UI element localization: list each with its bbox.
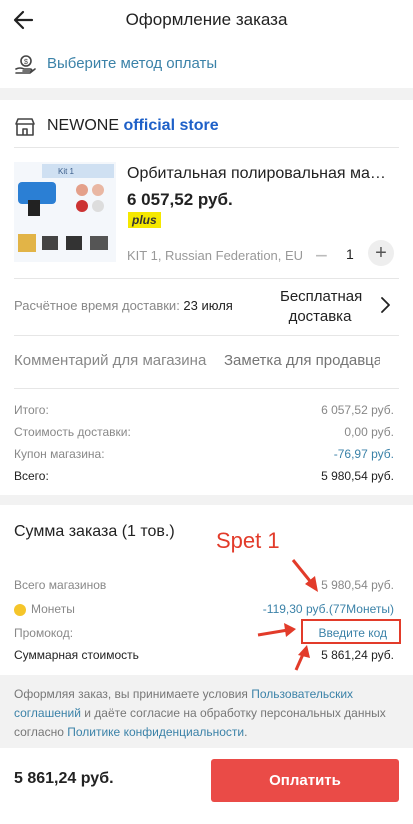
legal-text: . <box>244 725 248 739</box>
privacy-policy-link[interactable]: Политике конфиденциальности <box>67 725 244 739</box>
annotation-arrow-up <box>294 645 310 671</box>
annotation-arrow-down <box>291 559 318 592</box>
footer-total: 5 861,24 руб. <box>14 770 114 787</box>
annotation-arrow-right <box>257 623 296 637</box>
legal-text: Оформляя заказ, вы принимаете условия <box>14 687 252 701</box>
legal-notice: Оформляя заказ, вы принимаете условия По… <box>14 685 399 742</box>
pay-button[interactable]: Оплатить <box>211 759 399 802</box>
